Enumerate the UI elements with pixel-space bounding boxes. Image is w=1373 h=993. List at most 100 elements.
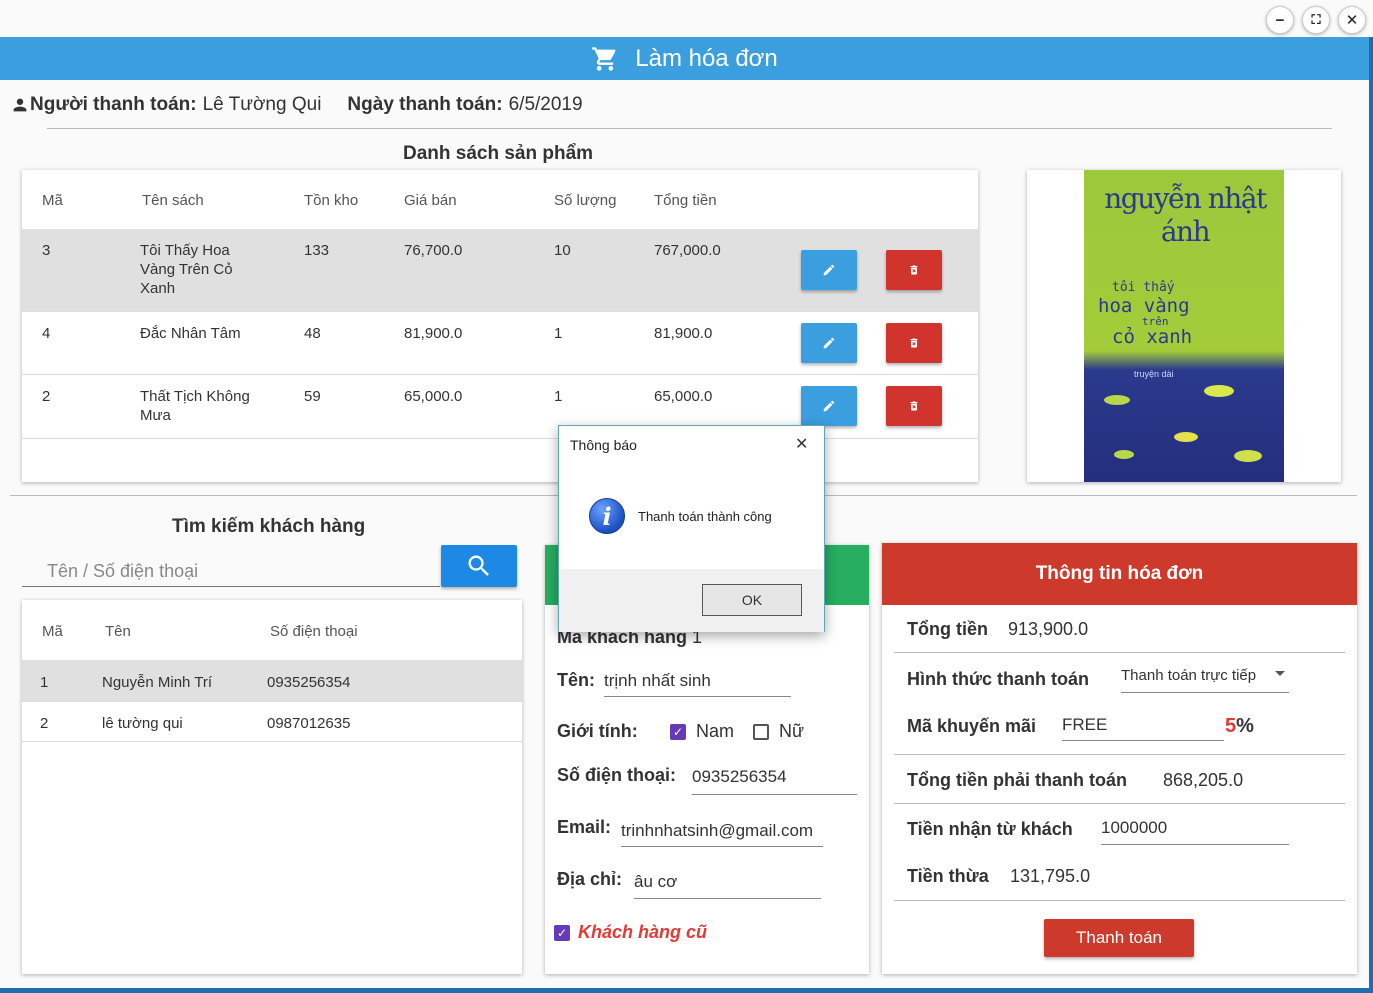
total-value: 913,900.0 [1008, 619, 1089, 639]
trash-icon [910, 265, 918, 275]
table-row[interactable]: 2 lê tường qui 0987012635 [22, 702, 522, 742]
table-row[interactable]: 3 Tôi Thấy Hoa Vàng Trên Cỏ Xanh 133 76,… [22, 229, 978, 312]
payer-info: Người thanh toán: Lê Tường Qui Ngày than… [12, 94, 583, 116]
cell-sl: 10 [554, 242, 571, 259]
cell-ten: lê tường qui [102, 715, 183, 732]
phone-label: Số điện thoại: [557, 765, 676, 785]
trash-icon [910, 401, 918, 411]
name-value: trịnh nhất sinh [604, 671, 711, 690]
cell-ma: 4 [42, 325, 51, 342]
col-ten-sach: Tên sách [142, 192, 204, 209]
col-so-luong: Số lượng [554, 192, 617, 209]
old-customer-checkbox[interactable]: ✓ Khách hàng cũ [554, 922, 707, 943]
promo-field[interactable]: FREE [1062, 715, 1224, 741]
maximize-button[interactable]: ⛶ [1302, 6, 1330, 34]
user-icon [13, 98, 27, 112]
received-field[interactable]: 1000000 [1101, 818, 1289, 845]
old-customer-label: Khách hàng cũ [578, 922, 708, 942]
cell-gia: 76,700.0 [404, 242, 463, 259]
cell-ten: Tôi Thấy Hoa Vàng Trên Cỏ Xanh [140, 242, 233, 297]
pay-total-value: 868,205.0 [1163, 770, 1244, 790]
checkbox-checked-icon: ✓ [554, 924, 570, 941]
minimize-icon: − [1275, 11, 1285, 29]
pay-button[interactable]: Thanh toán [1044, 919, 1194, 957]
minimize-button[interactable]: − [1266, 6, 1294, 34]
dropdown-arrow-icon [1275, 671, 1285, 676]
address-field[interactable]: âu cơ [634, 872, 821, 899]
gender-female-label: Nữ [779, 721, 805, 741]
cell-gia: 65,000.0 [404, 388, 463, 405]
search-button[interactable] [441, 545, 517, 587]
window-title: Làm hóa đơn [635, 44, 778, 72]
cell-tong: 767,000.0 [654, 242, 721, 259]
gender-label: Giới tính: [557, 721, 638, 741]
address-label: Địa chỉ: [557, 869, 623, 889]
cover-title-line: cỏ xanh [1112, 326, 1193, 348]
edit-button[interactable] [801, 250, 857, 290]
received-value: 1000000 [1101, 818, 1168, 837]
cover-author: nguyễn nhật ánh [1104, 182, 1267, 248]
col-tong-tien: Tổng tiền [654, 192, 717, 209]
name-field[interactable]: trịnh nhất sinh [604, 671, 791, 697]
title-bar: Làm hóa đơn [0, 37, 1369, 80]
cell-ma: 1 [40, 674, 49, 691]
table-row[interactable]: 1 Nguyễn Minh Trí 0935256354 [22, 660, 522, 702]
change-value: 131,795.0 [1010, 866, 1091, 886]
book-cover-card: nguyễn nhật ánh tôi thấy hoa vàng trên c… [1027, 170, 1341, 482]
name-label: Tên: [557, 670, 595, 690]
customer-search-title: Tìm kiếm khách hàng [172, 516, 366, 537]
close-icon: ✕ [1345, 12, 1359, 29]
promo-percent-value: 5 [1225, 715, 1237, 737]
ok-button[interactable]: OK [702, 584, 802, 616]
delete-button[interactable] [886, 250, 942, 290]
total-label: Tổng tiền [907, 619, 988, 639]
maximize-icon: ⛶ [1311, 12, 1321, 27]
pay-total-label: Tổng tiền phải thanh toán [907, 770, 1127, 790]
invoice-title: Thông tin hóa đơn [882, 543, 1357, 605]
cover-title-line: tôi thấy [1112, 280, 1175, 295]
table-row[interactable]: 4 Đắc Nhân Tâm 48 81,900.0 1 81,900.0 [22, 312, 978, 375]
address-value: âu cơ [634, 872, 678, 891]
info-icon: i [589, 498, 625, 534]
payer-label: Người thanh toán: [30, 94, 197, 115]
dialog-footer: OK [559, 569, 824, 632]
checkbox-empty-icon [753, 723, 769, 740]
phone-field[interactable]: 0935256354 [692, 767, 857, 795]
customer-search-input[interactable]: Tên / Số điện thoại [22, 555, 440, 587]
cell-sl: 1 [554, 325, 563, 342]
email-field[interactable]: trinhnhatsinh@gmail.com [621, 821, 823, 847]
gender-male-label: Nam [696, 721, 735, 741]
col-ma: Mã [42, 623, 63, 640]
gender-male-radio[interactable]: ✓ Nam [670, 721, 734, 742]
trash-icon [910, 338, 918, 348]
cover-title-line: hoa vàng [1098, 295, 1190, 317]
promo-label: Mã khuyến mãi [907, 716, 1037, 736]
gender-female-radio[interactable]: Nữ [753, 721, 804, 742]
phone-value: 0935256354 [692, 767, 787, 786]
book-cover-image: nguyễn nhật ánh tôi thấy hoa vàng trên c… [1084, 170, 1284, 482]
dialog-close-button[interactable]: ✕ [795, 434, 808, 454]
delete-button[interactable] [886, 386, 942, 426]
cell-gia: 81,900.0 [404, 325, 463, 342]
delete-button[interactable] [886, 323, 942, 363]
edit-button[interactable] [801, 386, 857, 426]
email-value: trinhnhatsinh@gmail.com [621, 821, 814, 840]
products-table: Mã Tên sách Tồn kho Giá bán Số lượng Tổn… [22, 170, 978, 482]
payment-method-select[interactable]: Thanh toán trực tiếp [1121, 667, 1289, 693]
col-ma: Mã [42, 192, 63, 209]
cart-icon [592, 46, 616, 71]
cell-ten: Đắc Nhân Tâm [140, 325, 241, 342]
edit-button[interactable] [801, 323, 857, 363]
cell-ten: Nguyễn Minh Trí [102, 674, 213, 691]
cell-tong: 65,000.0 [654, 388, 713, 405]
cell-ma: 2 [40, 715, 49, 732]
message-dialog: Thông báo ✕ i Thanh toán thành công OK [558, 425, 825, 632]
pencil-icon [823, 264, 835, 276]
col-ton-kho: Tồn kho [304, 192, 359, 209]
col-sdt: Số điện thoại [270, 623, 358, 640]
col-gia-ban: Giá bán [404, 192, 457, 209]
change-label: Tiền thừa [907, 866, 989, 886]
table-row[interactable]: 2 Thất Tịch Không Mưa 59 65,000.0 1 65,0… [22, 375, 978, 439]
customer-table: Mã Tên Số điện thoại 1 Nguyễn Minh Trí 0… [22, 600, 522, 974]
close-button[interactable]: ✕ [1338, 6, 1366, 34]
